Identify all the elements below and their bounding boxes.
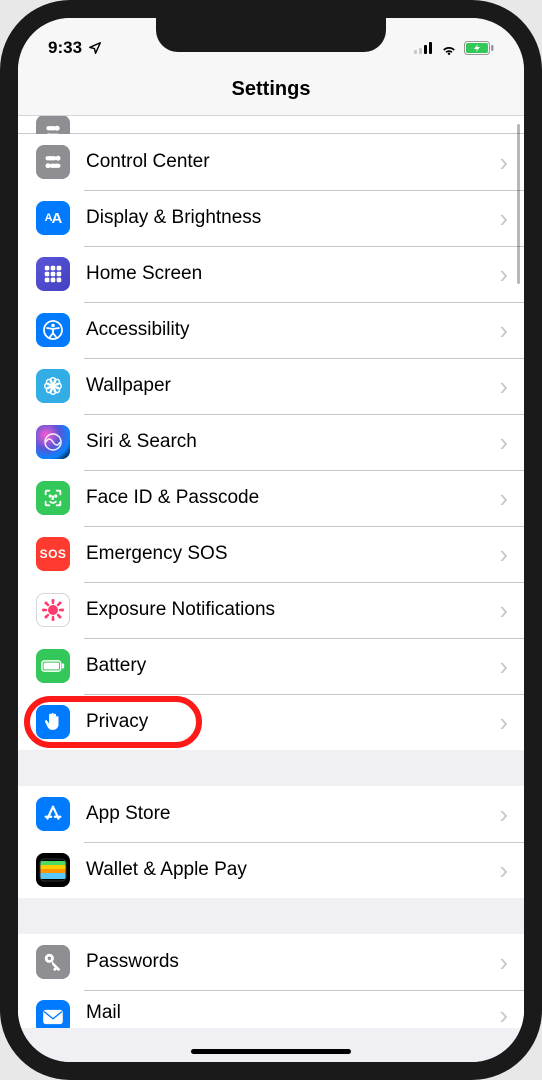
- row-siri-search[interactable]: Siri & Search ›: [18, 414, 524, 470]
- row-partial-above: [18, 116, 524, 134]
- siri-icon: [36, 425, 70, 459]
- row-battery[interactable]: Battery ›: [18, 638, 524, 694]
- row-label: Wallpaper: [86, 375, 499, 397]
- toggles-icon: [36, 145, 70, 179]
- chevron-right-icon: ›: [499, 653, 508, 679]
- row-label: Exposure Notifications: [86, 599, 499, 621]
- row-display-brightness[interactable]: AA Display & Brightness ›: [18, 190, 524, 246]
- settings-list[interactable]: Control Center › AA Display & Brightness…: [18, 116, 524, 1062]
- row-face-id-passcode[interactable]: Face ID & Passcode ›: [18, 470, 524, 526]
- hand-raised-icon: [36, 705, 70, 739]
- row-control-center[interactable]: Control Center ›: [18, 134, 524, 190]
- chevron-right-icon: ›: [499, 261, 508, 287]
- chevron-right-icon: ›: [499, 949, 508, 975]
- chevron-right-icon: ›: [499, 205, 508, 231]
- exposure-covid-icon: [36, 593, 70, 627]
- row-label: App Store: [86, 803, 499, 825]
- row-label: Home Screen: [86, 263, 499, 285]
- group-separator: [18, 750, 524, 786]
- battery-icon: [36, 649, 70, 683]
- chevron-right-icon: ›: [499, 149, 508, 175]
- row-label: Accessibility: [86, 319, 499, 341]
- row-label: Wallet & Apple Pay: [86, 859, 499, 881]
- home-indicator[interactable]: [191, 1049, 351, 1054]
- chevron-right-icon: ›: [499, 317, 508, 343]
- row-label: Battery: [86, 655, 499, 677]
- row-emergency-sos[interactable]: SOS Emergency SOS ›: [18, 526, 524, 582]
- mail-icon: [36, 1000, 70, 1028]
- row-label: Passwords: [86, 951, 499, 973]
- row-wallet-apple-pay[interactable]: Wallet & Apple Pay ›: [18, 842, 524, 898]
- accessibility-icon: [36, 313, 70, 347]
- chevron-right-icon: ›: [499, 857, 508, 883]
- row-label: Face ID & Passcode: [86, 487, 499, 509]
- chevron-right-icon: ›: [499, 801, 508, 827]
- page-title: Settings: [232, 78, 311, 101]
- face-id-icon: [36, 481, 70, 515]
- notch: [156, 18, 386, 52]
- scrollbar-thumb[interactable]: [517, 124, 520, 284]
- row-label: Siri & Search: [86, 431, 499, 453]
- row-label: Control Center: [86, 151, 499, 173]
- row-exposure-notifications[interactable]: Exposure Notifications ›: [18, 582, 524, 638]
- row-label: Mail: [86, 1002, 499, 1024]
- app-grid-icon: [36, 257, 70, 291]
- app-store-icon: [36, 797, 70, 831]
- row-privacy[interactable]: Privacy ›: [18, 694, 524, 750]
- wallet-icon: [36, 853, 70, 887]
- key-icon: [36, 945, 70, 979]
- chevron-right-icon: ›: [499, 1002, 508, 1028]
- wifi-icon: [440, 42, 458, 55]
- row-wallpaper[interactable]: Wallpaper ›: [18, 358, 524, 414]
- chevron-right-icon: ›: [499, 485, 508, 511]
- chevron-right-icon: ›: [499, 429, 508, 455]
- status-time: 9:33: [48, 38, 82, 58]
- location-arrow-icon: [88, 41, 102, 55]
- row-label: Display & Brightness: [86, 207, 499, 229]
- battery-charging-icon: [464, 41, 494, 55]
- chevron-right-icon: ›: [499, 597, 508, 623]
- row-mail[interactable]: Mail ›: [18, 990, 524, 1028]
- chevron-right-icon: ›: [499, 541, 508, 567]
- row-home-screen[interactable]: Home Screen ›: [18, 246, 524, 302]
- chevron-right-icon: ›: [499, 373, 508, 399]
- group-separator: [18, 898, 524, 934]
- row-accessibility[interactable]: Accessibility ›: [18, 302, 524, 358]
- text-size-icon: AA: [36, 201, 70, 235]
- page-title-bar: Settings: [18, 64, 524, 116]
- cellular-signal-icon: [414, 42, 434, 54]
- flower-icon: [36, 369, 70, 403]
- sos-icon: SOS: [36, 537, 70, 571]
- row-label: Emergency SOS: [86, 543, 499, 565]
- row-app-store[interactable]: App Store ›: [18, 786, 524, 842]
- row-passwords[interactable]: Passwords ›: [18, 934, 524, 990]
- row-label: Privacy: [86, 711, 499, 733]
- chevron-right-icon: ›: [499, 709, 508, 735]
